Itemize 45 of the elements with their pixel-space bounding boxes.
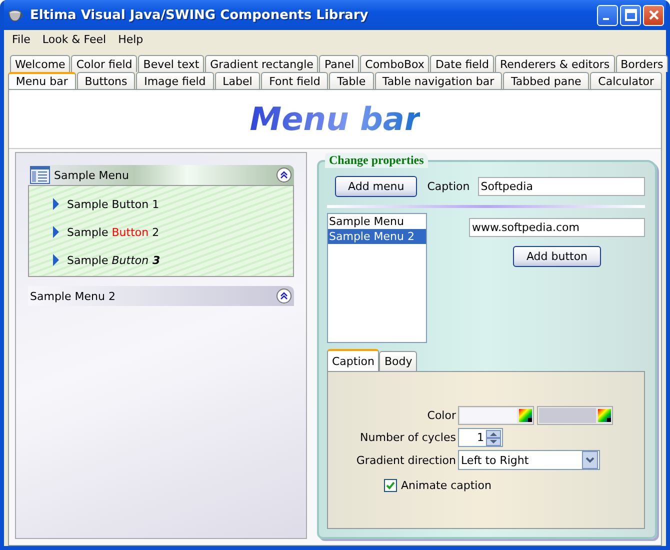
cycles-label: Number of cycles — [359, 431, 456, 444]
cycles-spinner[interactable]: 1 — [458, 428, 503, 447]
tab[interactable]: Table — [329, 72, 374, 89]
caption-field[interactable]: Softpedia — [478, 177, 645, 196]
tab[interactable]: Bevel text — [138, 55, 204, 72]
add-menu-button[interactable]: Add menu — [335, 176, 418, 197]
add-button[interactable]: Add button — [513, 246, 601, 267]
direction-label: Gradient direction — [355, 454, 456, 466]
tab[interactable]: Renderers & editors — [494, 55, 615, 72]
tab[interactable]: Borders — [616, 55, 668, 72]
tab[interactable]: Panel — [319, 55, 360, 72]
tab[interactable]: Color field — [71, 55, 138, 72]
direction-dropdown[interactable]: Left to Right — [458, 450, 600, 470]
menu-button[interactable]: Sample Button 2 — [67, 226, 160, 238]
menu-header[interactable]: Sample Menu 2 — [28, 286, 294, 306]
tab[interactable]: Image field — [136, 72, 214, 89]
list-item[interactable]: Sample Menu — [328, 214, 426, 229]
menu-item[interactable]: File — [6, 33, 36, 46]
tab[interactable]: Gradient rectangle — [205, 55, 318, 72]
tab[interactable]: Welcome — [10, 55, 70, 72]
tab[interactable]: Table navigation bar — [374, 72, 502, 89]
tab[interactable]: Caption — [327, 349, 380, 371]
tab[interactable]: Calculator — [590, 72, 662, 89]
window-title: Eltima Visual Java/SWING Components Library — [30, 8, 370, 22]
tab[interactable]: Font field — [261, 72, 328, 89]
checkbox-label: Animate caption — [401, 479, 492, 492]
tab[interactable]: Date field — [430, 55, 494, 72]
menu-button[interactable]: Sample Button 3 — [67, 254, 160, 266]
menu-title: Sample Menu — [54, 168, 130, 182]
list-item[interactable]: Sample Menu 2 — [328, 229, 426, 244]
menu-item[interactable]: Look & Feel — [36, 33, 112, 46]
tab[interactable]: Tabbed pane — [503, 72, 590, 89]
tab[interactable]: Buttons — [76, 72, 136, 89]
url-field[interactable]: www.softpedia.com — [469, 218, 645, 237]
caption-label: Caption — [427, 180, 470, 193]
color-label: Color — [426, 409, 456, 422]
menu-title: Sample Menu 2 — [30, 290, 116, 302]
tab[interactable]: ComboBox — [360, 55, 430, 72]
menu-button[interactable]: Sample Button 1 — [67, 198, 160, 210]
tab[interactable]: Body — [379, 351, 418, 371]
menu-header[interactable]: Sample Menu — [28, 165, 294, 185]
tab[interactable]: Label — [214, 72, 260, 89]
menu-item[interactable]: Help — [112, 33, 150, 46]
group-legend: Change properties — [325, 153, 428, 168]
tab[interactable]: Menu bar — [8, 72, 76, 89]
